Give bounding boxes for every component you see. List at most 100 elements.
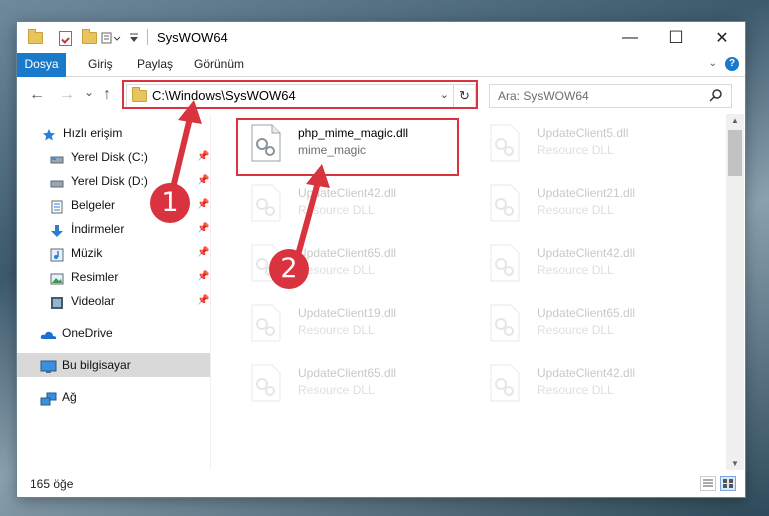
- file-type: Resource DLL: [537, 143, 614, 157]
- file-type: Resource DLL: [298, 383, 375, 397]
- file-item[interactable]: UpdateClient65.dll Resource DLL: [477, 300, 705, 352]
- file-type: Resource DLL: [537, 263, 614, 277]
- sidebar-item-indirmeler[interactable]: İndirmeler 📌: [17, 217, 210, 241]
- dll-file-icon: [489, 244, 521, 282]
- pin-icon[interactable]: 📌: [197, 265, 209, 289]
- search-icon: [709, 88, 723, 105]
- dll-file-icon: [250, 304, 282, 342]
- window-title: SysWOW64: [157, 30, 228, 45]
- sidebar-item-label: Bu bilgisayar: [62, 358, 131, 372]
- forward-button[interactable]: →: [59, 86, 75, 104]
- ribbon-tabs: Dosya Giriş Paylaş Görünüm ⌄ ?: [17, 53, 745, 105]
- sidebar-item-label: Hızlı erişim: [63, 126, 123, 140]
- sidebar-item-label: Belgeler: [71, 198, 116, 212]
- sidebar-item-videolar[interactable]: Videolar 📌: [17, 289, 210, 313]
- maximize-button[interactable]: ☐: [653, 22, 699, 53]
- onedrive-icon: [40, 326, 58, 340]
- chevron-down-icon[interactable]: ⌄: [709, 58, 717, 69]
- tab-giris[interactable]: Giriş: [77, 53, 124, 76]
- title-bar: SysWOW64 — ☐ ✕: [17, 22, 745, 53]
- pin-icon[interactable]: 📌: [197, 145, 209, 169]
- sidebar-item-this-pc[interactable]: Bu bilgisayar: [17, 353, 210, 377]
- up-button[interactable]: ↑: [103, 86, 111, 104]
- callout-step-2: 2: [269, 249, 309, 289]
- pin-icon[interactable]: 📌: [197, 169, 209, 193]
- customize-quick-access-icon[interactable]: [129, 30, 139, 46]
- sidebar-item-muzik[interactable]: Müzik 📌: [17, 241, 210, 265]
- dll-file-icon: [489, 304, 521, 342]
- scroll-down-icon[interactable]: ▼: [726, 459, 744, 468]
- item-count: 165 öğe: [30, 477, 74, 491]
- view-options-icon[interactable]: [101, 30, 121, 46]
- recent-locations-button[interactable]: ⌄: [84, 85, 94, 99]
- file-type: Resource DLL: [298, 323, 375, 337]
- computer-icon: [40, 358, 58, 373]
- drive-icon: [50, 150, 64, 164]
- back-button[interactable]: ←: [29, 86, 45, 104]
- file-highlight: [236, 118, 459, 176]
- sidebar-item-label: OneDrive: [62, 326, 113, 340]
- pin-icon[interactable]: 📌: [197, 289, 209, 313]
- minimize-button[interactable]: —: [607, 22, 653, 53]
- close-button[interactable]: ✕: [699, 22, 745, 53]
- file-item[interactable]: UpdateClient42.dll Resource DLL: [238, 180, 466, 232]
- tab-gorunum[interactable]: Görünüm: [183, 53, 255, 76]
- file-item[interactable]: UpdateClient42.dll Resource DLL: [477, 360, 705, 412]
- file-name: UpdateClient5.dll: [537, 126, 629, 140]
- file-item[interactable]: UpdateClient42.dll Resource DLL: [477, 240, 705, 292]
- dll-file-icon: [489, 364, 521, 402]
- scroll-up-icon[interactable]: ▲: [726, 116, 744, 125]
- sidebar-item-quick-access[interactable]: Hızlı erişim: [17, 121, 210, 145]
- sidebar-item-onedrive[interactable]: OneDrive: [17, 321, 210, 345]
- pin-icon[interactable]: 📌: [197, 193, 209, 217]
- explorer-window: SysWOW64 — ☐ ✕ Dosya Giriş Paylaş Görünü…: [17, 22, 745, 497]
- search-placeholder: Ara: SysWOW64: [498, 89, 589, 103]
- dll-file-icon: [250, 364, 282, 402]
- properties-icon[interactable]: [59, 30, 72, 46]
- folder-icon: [28, 29, 43, 46]
- vertical-scrollbar[interactable]: ▲ ▼: [726, 114, 744, 470]
- file-name: UpdateClient65.dll: [298, 366, 397, 380]
- file-name: UpdateClient19.dll: [298, 306, 397, 320]
- navigation-pane: Hızlı erişim Yerel Disk (C:) 📌 Yerel Dis…: [17, 114, 210, 470]
- sidebar-item-network[interactable]: Ağ: [17, 385, 210, 409]
- file-type: Resource DLL: [537, 203, 614, 217]
- sidebar-item-label: İndirmeler: [71, 222, 125, 236]
- tab-paylas[interactable]: Paylaş: [126, 53, 184, 76]
- file-type: Resource DLL: [537, 383, 614, 397]
- sidebar-item-label: Videolar: [71, 294, 115, 308]
- help-icon[interactable]: ?: [725, 57, 739, 71]
- sidebar-item-label: Resimler: [71, 270, 119, 284]
- pin-icon[interactable]: 📌: [197, 241, 209, 265]
- pictures-icon: [50, 270, 64, 285]
- new-folder-icon[interactable]: [82, 29, 97, 46]
- file-item[interactable]: UpdateClient5.dll Resource DLL: [477, 120, 705, 172]
- sidebar-item-resimler[interactable]: Resimler 📌: [17, 265, 210, 289]
- status-bar: 165 öğe: [17, 470, 745, 497]
- file-name: UpdateClient42.dll: [537, 366, 636, 380]
- scrollbar-thumb[interactable]: [728, 130, 742, 176]
- sidebar-item-label: Ağ: [62, 390, 77, 404]
- callout-step-1: 1: [150, 183, 190, 223]
- sidebar-item-label: Müzik: [71, 246, 103, 260]
- search-input[interactable]: Ara: SysWOW64: [489, 84, 732, 108]
- dll-file-icon: [489, 184, 521, 222]
- pane-divider[interactable]: [210, 114, 211, 470]
- file-name: UpdateClient65.dll: [537, 306, 636, 320]
- file-item[interactable]: UpdateClient65.dll Resource DLL: [238, 360, 466, 412]
- dll-file-icon: [489, 124, 521, 162]
- title-separator: [147, 29, 148, 45]
- large-icons-view-icon[interactable]: [720, 476, 736, 491]
- file-name: UpdateClient42.dll: [537, 246, 636, 260]
- file-item[interactable]: UpdateClient21.dll Resource DLL: [477, 180, 705, 232]
- details-view-icon[interactable]: [700, 476, 716, 491]
- pin-icon[interactable]: 📌: [197, 217, 209, 241]
- sidebar-item-disk-c[interactable]: Yerel Disk (C:) 📌: [17, 145, 210, 169]
- address-bar-highlight: [122, 80, 478, 109]
- drive-icon: [50, 174, 64, 188]
- documents-icon: [50, 198, 64, 214]
- download-icon: [50, 222, 64, 237]
- file-name: UpdateClient65.dll: [298, 246, 397, 260]
- file-name: UpdateClient21.dll: [537, 186, 636, 200]
- file-item[interactable]: UpdateClient19.dll Resource DLL: [238, 300, 466, 352]
